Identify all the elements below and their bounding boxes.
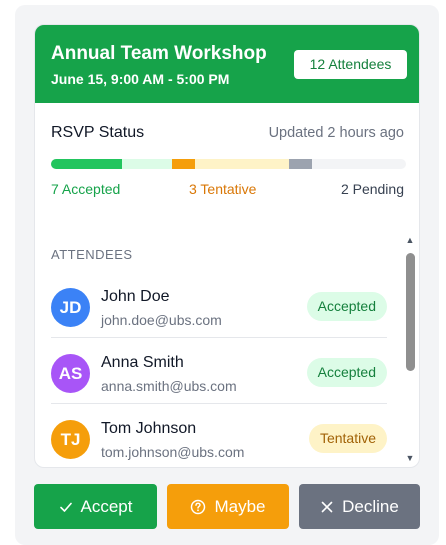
avatar: JD [51,288,90,327]
maybe-label: Maybe [214,496,266,516]
avatar: TJ [51,420,90,459]
status-badge: Accepted [306,292,387,321]
accepted-count: 7 Accepted [51,181,121,197]
event-header: Annual Team Workshop June 15, 9:00 AM - … [35,25,419,103]
accept-button[interactable]: Accept [34,484,157,529]
progress-segment-tentative [171,159,195,169]
event-date: June 15, 9:00 AM - 5:00 PM [51,71,230,87]
event-card: Annual Team Workshop June 15, 9:00 AM - … [34,24,420,468]
triangle-down-icon[interactable]: ▼ [405,453,415,463]
avatar: AS [51,354,90,393]
progress-segment-tentative-light [194,159,289,169]
status-badge: Accepted [306,358,387,387]
attendee-email: anna.smith@ubs.com [101,378,237,394]
row-divider [51,403,387,404]
rsvp-progress-bar [51,159,406,169]
attendees-section-title: ATTENDEES [51,247,133,262]
question-circle-icon [190,499,206,515]
status-badge: Tentative [308,424,387,453]
maybe-button[interactable]: Maybe [167,484,289,529]
progress-segment-accepted [51,159,122,169]
attendee-row[interactable]: JD John Doe john.doe@ubs.com Accepted [51,273,387,338]
tentative-count: 3 Tentative [189,181,257,197]
attendee-count-badge: 12 Attendees [294,50,407,79]
decline-label: Decline [342,496,399,516]
pending-count: 2 Pending [340,181,404,197]
attendee-email: tom.johnson@ubs.com [101,444,245,460]
scrollbar-thumb[interactable] [406,253,415,371]
progress-segment-pending [288,159,312,169]
attendee-name: Tom Johnson [101,420,197,437]
attendee-row[interactable]: AS Anna Smith anna.smith@ubs.com Accepte… [51,339,387,404]
accept-label: Accept [80,496,133,516]
attendee-row[interactable]: TJ Tom Johnson tom.johnson@ubs.com Tenta… [51,405,387,467]
rsvp-updated-time: Updated 2 hours ago [268,125,404,141]
event-title: Annual Team Workshop [51,43,267,64]
attendee-name: Anna Smith [101,354,184,371]
attendee-name: John Doe [101,288,170,305]
triangle-up-icon[interactable]: ▲ [405,235,415,245]
rsvp-status-title: RSVP Status [51,124,145,141]
attendee-list[interactable]: JD John Doe john.doe@ubs.com Accepted AS… [35,273,401,467]
x-icon [320,500,334,514]
attendee-email: john.doe@ubs.com [101,312,222,328]
check-icon [59,500,73,514]
decline-button[interactable]: Decline [299,484,420,529]
progress-segment-accepted-light [122,159,172,169]
row-divider [51,337,387,338]
